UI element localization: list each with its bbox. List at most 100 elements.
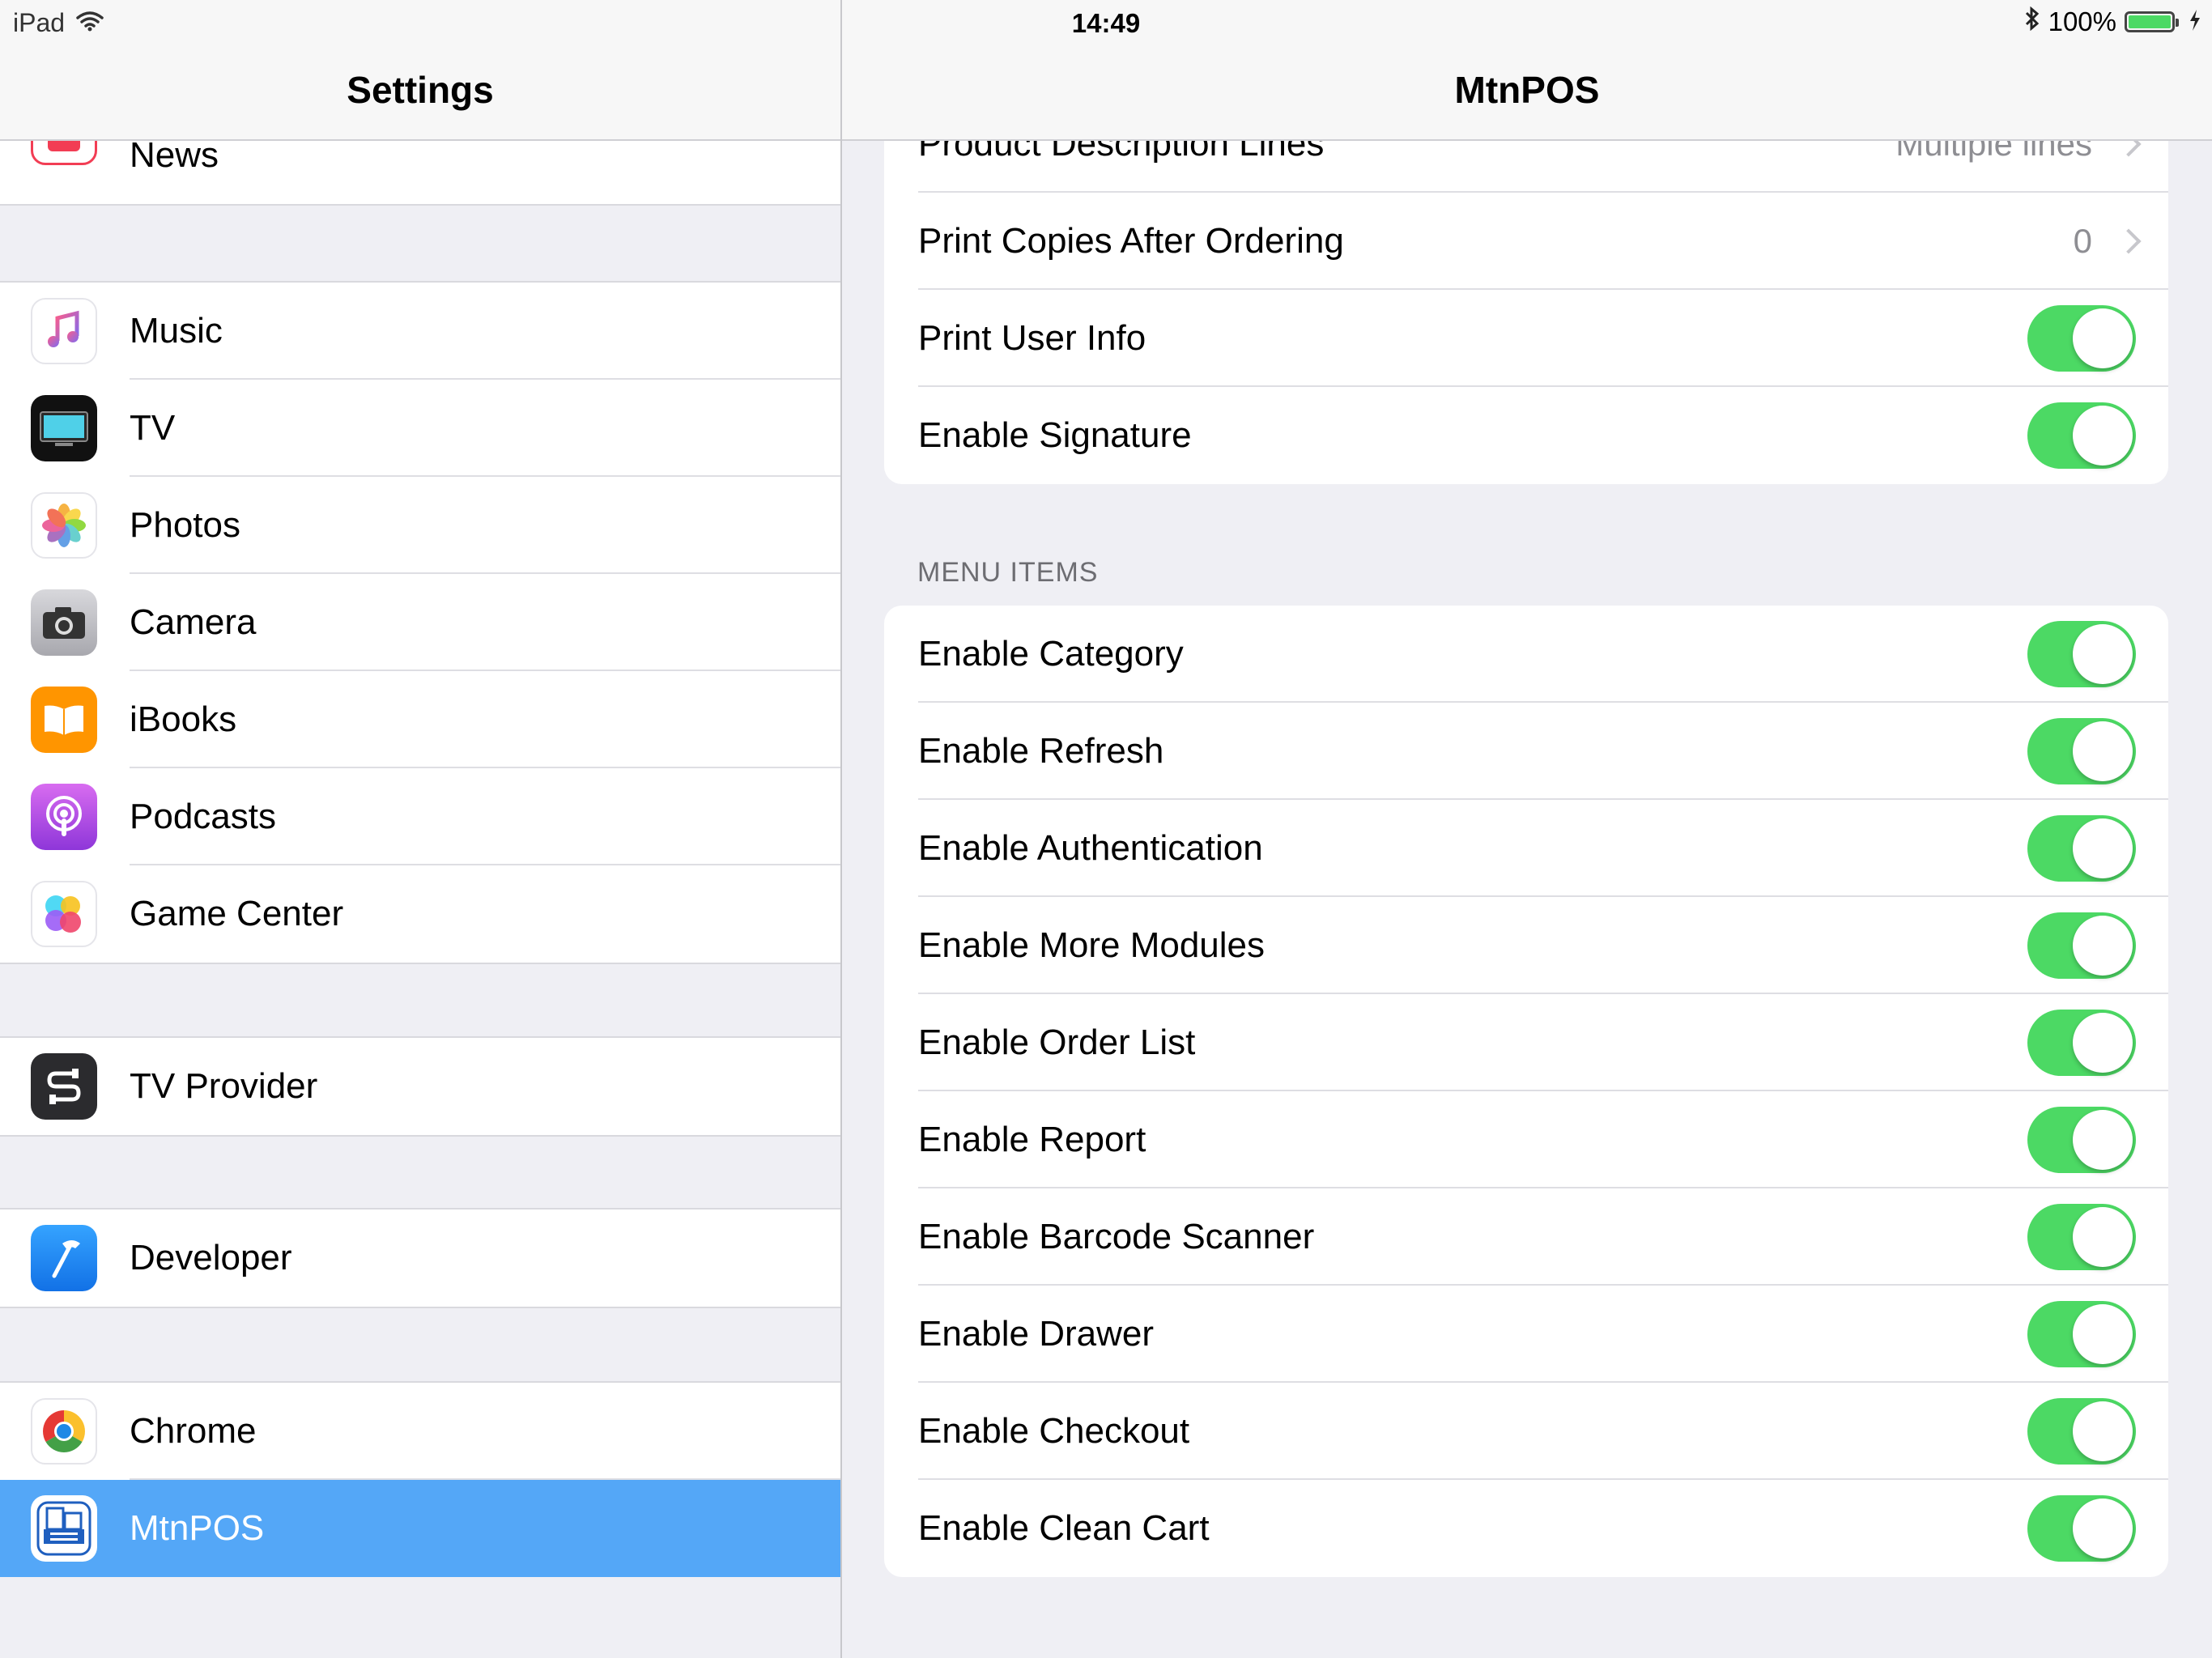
setting-row-enable-authentication: Enable Authentication	[884, 800, 2168, 897]
toggle-knob	[2073, 721, 2133, 781]
toggle-knob	[2073, 1110, 2133, 1170]
photos-icon	[31, 492, 97, 559]
print-user-info-toggle[interactable]	[2027, 305, 2136, 372]
podcasts-icon	[31, 784, 97, 850]
setting-row-print-user-info: Print User Info	[884, 290, 2168, 387]
sidebar-item-chrome[interactable]: Chrome	[0, 1383, 840, 1480]
general-settings-card: Product Description Lines Multiple lines…	[884, 96, 2168, 484]
setting-label: Enable Drawer	[918, 1314, 1155, 1354]
sidebar-group-provider: TV Provider	[0, 1036, 840, 1137]
toggle-knob	[2073, 624, 2133, 684]
sidebar-group-developer: Developer	[0, 1208, 840, 1308]
toggle-knob	[2073, 1013, 2133, 1073]
setting-label: Print User Info	[918, 318, 1146, 358]
setting-label: Enable Clean Cart	[918, 1508, 1210, 1548]
enable-clean-cart-toggle[interactable]	[2027, 1495, 2136, 1562]
setting-value: 0	[2073, 222, 2092, 260]
chevron-right-icon	[2116, 228, 2142, 254]
setting-label: Enable Refresh	[918, 731, 1164, 771]
setting-row-enable-clean-cart: Enable Clean Cart	[884, 1480, 2168, 1577]
sidebar-item-camera[interactable]: Camera	[0, 574, 840, 671]
toggle-knob	[2073, 406, 2133, 466]
sidebar-item-mtnpos[interactable]: MtnPOS	[0, 1480, 840, 1577]
sidebar-item-music[interactable]: Music	[0, 283, 840, 380]
sidebar-item-tv-provider[interactable]: TV Provider	[0, 1038, 840, 1135]
setting-label: Print Copies After Ordering	[918, 221, 1344, 261]
setting-label: Enable Order List	[918, 1022, 1196, 1062]
battery-fill	[2129, 15, 2171, 28]
sidebar-item-label: Music	[130, 311, 223, 351]
status-right: 100%	[2024, 6, 2201, 37]
sidebar-item-label: MtnPOS	[130, 1508, 265, 1548]
sidebar-item-tv[interactable]: TV	[0, 380, 840, 477]
setting-label: Enable More Modules	[918, 925, 1266, 965]
sidebar-title: Settings	[347, 69, 494, 111]
enable-category-toggle[interactable]	[2027, 621, 2136, 687]
sidebar-item-label: iBooks	[130, 699, 237, 739]
sidebar-item-label: TV	[130, 408, 176, 448]
detail-title: MtnPOS	[1454, 69, 1600, 111]
setting-row-enable-category: Enable Category	[884, 606, 2168, 703]
enable-order-list-toggle[interactable]	[2027, 1010, 2136, 1076]
menu-items-section-header: MENU ITEMS	[917, 557, 1099, 588]
setting-row-enable-order-list: Enable Order List	[884, 994, 2168, 1091]
battery-icon	[2125, 11, 2179, 32]
toggle-knob	[2073, 818, 2133, 878]
setting-label: Enable Signature	[918, 415, 1192, 455]
sidebar-item-photos[interactable]: Photos	[0, 477, 840, 574]
sidebar-item-label: Podcasts	[130, 797, 276, 836]
charging-bolt-icon	[2189, 6, 2201, 37]
setting-row-enable-signature: Enable Signature	[884, 387, 2168, 484]
setting-row-print-copies[interactable]: Print Copies After Ordering 0	[884, 193, 2168, 290]
battery-percent: 100%	[2048, 6, 2116, 36]
toggle-knob	[2073, 1499, 2133, 1558]
toggle-knob	[2073, 1207, 2133, 1267]
sidebar-group-media: Music TV Photos Camera iBooks Podcasts G…	[0, 281, 840, 964]
sidebar-item-label: Camera	[130, 602, 257, 642]
sidebar-item-label: News	[130, 135, 219, 175]
toggle-knob	[2073, 1304, 2133, 1364]
setting-row-enable-report: Enable Report	[884, 1091, 2168, 1188]
setting-label: Enable Barcode Scanner	[918, 1217, 1315, 1256]
setting-label: Enable Category	[918, 634, 1184, 674]
sidebar-item-label: Developer	[130, 1238, 292, 1278]
bluetooth-icon	[2024, 6, 2040, 37]
mtnpos-icon	[31, 1495, 97, 1562]
sidebar-group-apps: Chrome MtnPOS	[0, 1381, 840, 1577]
camera-icon	[31, 589, 97, 656]
sidebar-item-label: Game Center	[130, 894, 344, 933]
sidebar-item-podcasts[interactable]: Podcasts	[0, 768, 840, 865]
setting-label: Enable Authentication	[918, 828, 1263, 868]
settings-sidebar: Settings News Music TV Photos Camera iBo…	[0, 0, 840, 1658]
enable-more-modules-toggle[interactable]	[2027, 912, 2136, 979]
setting-row-enable-drawer: Enable Drawer	[884, 1286, 2168, 1383]
music-icon	[31, 298, 97, 364]
enable-barcode-scanner-toggle[interactable]	[2027, 1204, 2136, 1270]
enable-report-toggle[interactable]	[2027, 1107, 2136, 1173]
ibooks-icon	[31, 687, 97, 753]
sidebar-item-ibooks[interactable]: iBooks	[0, 671, 840, 768]
setting-row-enable-more-modules: Enable More Modules	[884, 897, 2168, 994]
sidebar-item-game-center[interactable]: Game Center	[0, 865, 840, 963]
enable-checkout-toggle[interactable]	[2027, 1398, 2136, 1465]
menu-items-card: Enable Category Enable Refresh Enable Au…	[884, 606, 2168, 1577]
split-divider	[840, 0, 842, 1658]
sidebar-item-label: TV Provider	[130, 1066, 318, 1106]
setting-row-enable-refresh: Enable Refresh	[884, 703, 2168, 800]
developer-icon	[31, 1225, 97, 1291]
sidebar-item-label: Chrome	[130, 1411, 257, 1451]
chrome-icon	[31, 1398, 97, 1465]
enable-drawer-toggle[interactable]	[2027, 1301, 2136, 1367]
enable-refresh-toggle[interactable]	[2027, 718, 2136, 784]
toggle-knob	[2073, 916, 2133, 976]
enable-signature-toggle[interactable]	[2027, 402, 2136, 469]
sidebar-item-label: Photos	[130, 505, 240, 545]
setting-row-enable-checkout: Enable Checkout	[884, 1383, 2168, 1480]
tv-icon	[31, 395, 97, 461]
status-time: 14:49	[1071, 8, 1141, 38]
enable-authentication-toggle[interactable]	[2027, 815, 2136, 882]
setting-label: Enable Checkout	[918, 1411, 1190, 1451]
game-center-icon	[31, 881, 97, 947]
tv-provider-icon	[31, 1053, 97, 1120]
sidebar-item-developer[interactable]: Developer	[0, 1209, 840, 1307]
